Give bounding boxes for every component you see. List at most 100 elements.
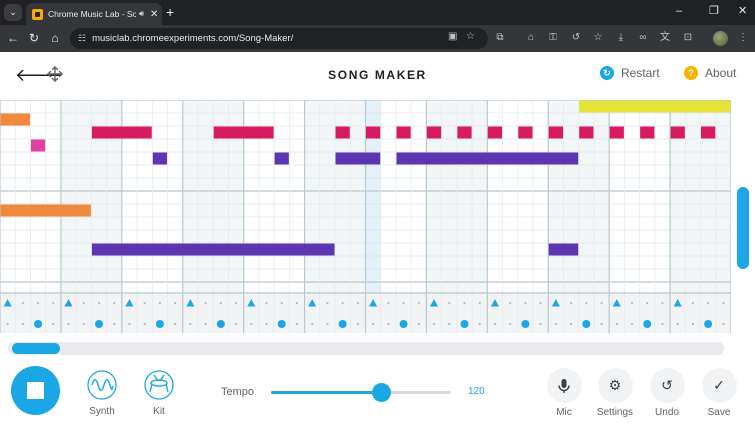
rhythm-circle[interactable] <box>704 320 713 328</box>
rhythm-circle[interactable] <box>34 320 43 328</box>
rhythm-dot[interactable] <box>234 322 238 326</box>
rhythm-dot[interactable] <box>524 301 527 305</box>
mic-button[interactable]: Mic <box>541 368 587 418</box>
note-cell[interactable] <box>30 139 46 152</box>
note-cell[interactable] <box>640 126 655 139</box>
rhythm-dot[interactable] <box>554 322 557 326</box>
reload-icon[interactable]: ↻ <box>26 30 42 46</box>
rhythm-dot[interactable] <box>6 322 9 326</box>
bookmark-star-icon[interactable]: ☆ <box>466 31 475 42</box>
rhythm-triangle[interactable] <box>125 299 134 307</box>
rhythm-circle[interactable] <box>399 320 408 328</box>
rhythm-dot[interactable] <box>478 301 481 305</box>
rhythm-dot[interactable] <box>158 301 162 305</box>
rhythm-dot[interactable] <box>67 322 70 326</box>
rhythm-dot[interactable] <box>265 301 268 305</box>
rhythm-dot[interactable] <box>204 322 207 326</box>
rhythm-dot[interactable] <box>97 301 101 305</box>
note-cell[interactable] <box>701 126 716 139</box>
rhythm-dot[interactable] <box>478 322 481 326</box>
browser-tab[interactable]: Chrome Music Lab - Song M 🔊︎ ✕ <box>26 3 162 25</box>
rhythm-dot[interactable] <box>600 322 603 326</box>
note-cell[interactable] <box>518 126 533 139</box>
rhythm-dot[interactable] <box>280 301 283 305</box>
rhythm-dot[interactable] <box>630 301 634 305</box>
rhythm-dot[interactable] <box>646 301 649 305</box>
rhythm-triangle[interactable] <box>490 299 499 307</box>
rhythm-triangle[interactable] <box>64 299 73 307</box>
rhythm-dot[interactable] <box>113 301 116 305</box>
note-grid[interactable] <box>0 100 731 333</box>
rhythm-dot[interactable] <box>417 322 420 326</box>
address-bar[interactable]: ☷ musiclab.chromeexperiments.com/Song-Ma… <box>70 28 488 49</box>
rhythm-dot[interactable] <box>356 301 359 305</box>
rhythm-dot[interactable] <box>219 301 222 305</box>
tab-search-chevron-icon[interactable]: ⌄ <box>4 4 22 21</box>
rhythm-circle[interactable] <box>277 320 286 328</box>
rhythm-dot[interactable] <box>722 322 725 326</box>
rhythm-dot[interactable] <box>341 301 344 305</box>
rhythm-dot[interactable] <box>402 301 405 305</box>
rhythm-circle[interactable] <box>521 320 530 328</box>
note-cell[interactable] <box>335 152 381 165</box>
install-app-icon[interactable]: ▣ <box>448 31 457 42</box>
rhythm-circle[interactable] <box>155 320 164 328</box>
rhythm-dot[interactable] <box>372 322 375 326</box>
rhythm-circle[interactable] <box>643 320 652 328</box>
rhythm-dot[interactable] <box>676 322 679 326</box>
rhythm-dot[interactable] <box>569 322 573 326</box>
screenshot-icon[interactable]: ⊡ <box>681 31 695 45</box>
rhythm-triangle[interactable] <box>551 299 560 307</box>
note-cell[interactable] <box>0 113 30 126</box>
note-cell[interactable] <box>609 126 624 139</box>
bookmarks-icon[interactable]: ☆ <box>591 31 605 45</box>
extension-a-icon[interactable]: ⌂ <box>524 31 538 45</box>
new-tab-button[interactable]: + <box>166 4 174 20</box>
note-cell[interactable] <box>670 126 685 139</box>
extensions-puzzle-icon[interactable]: ⧉ <box>493 31 507 45</box>
rhythm-dot[interactable] <box>52 322 55 326</box>
rhythm-dot[interactable] <box>326 301 329 305</box>
note-cell[interactable] <box>579 100 731 113</box>
rhythm-dot[interactable] <box>585 301 588 305</box>
rhythm-circle[interactable] <box>460 320 469 328</box>
note-cell[interactable] <box>487 126 503 139</box>
rhythm-dot[interactable] <box>21 322 24 326</box>
password-key-icon[interactable]: ⚿ <box>546 31 560 45</box>
rhythm-dot[interactable] <box>234 301 238 305</box>
rhythm-dot[interactable] <box>509 322 512 326</box>
rhythm-dot[interactable] <box>295 322 299 326</box>
note-cell[interactable] <box>274 152 289 165</box>
note-cell[interactable] <box>213 126 274 139</box>
close-window-button[interactable]: ✕ <box>738 4 747 18</box>
horizontal-scroll-thumb[interactable] <box>12 343 60 354</box>
rhythm-dot[interactable] <box>493 322 497 326</box>
about-button[interactable]: ? About <box>684 66 736 80</box>
rhythm-dot[interactable] <box>387 322 390 326</box>
rhythm-circle[interactable] <box>338 320 347 328</box>
rhythm-dot[interactable] <box>326 322 329 326</box>
rhythm-dot[interactable] <box>204 301 207 305</box>
home-icon[interactable]: ⌂ <box>47 30 63 46</box>
note-cell[interactable] <box>548 243 579 256</box>
rhythm-dot[interactable] <box>82 322 85 326</box>
tempo-slider-knob[interactable] <box>371 383 391 402</box>
speaker-icon[interactable]: 🔊︎ <box>139 9 144 19</box>
tab-close-icon[interactable]: ✕ <box>150 9 158 20</box>
chrome-menu-icon[interactable]: ⋮ <box>736 31 750 45</box>
rhythm-dot[interactable] <box>691 322 695 326</box>
translate-icon[interactable]: 文 <box>658 31 672 45</box>
rhythm-triangle[interactable] <box>369 299 378 307</box>
rhythm-dot[interactable] <box>661 322 664 326</box>
vertical-scroll-thumb[interactable] <box>737 187 749 269</box>
rhythm-dot[interactable] <box>630 322 634 326</box>
note-cell[interactable] <box>335 126 350 139</box>
rhythm-dot[interactable] <box>539 301 542 305</box>
note-cell[interactable] <box>152 152 168 165</box>
rhythm-dot[interactable] <box>600 301 603 305</box>
site-info-icon[interactable]: ☷ <box>78 33 86 44</box>
note-cell[interactable] <box>579 126 594 139</box>
rhythm-dot[interactable] <box>52 301 55 305</box>
rhythm-dot[interactable] <box>174 301 177 305</box>
rhythm-dot[interactable] <box>189 322 192 326</box>
